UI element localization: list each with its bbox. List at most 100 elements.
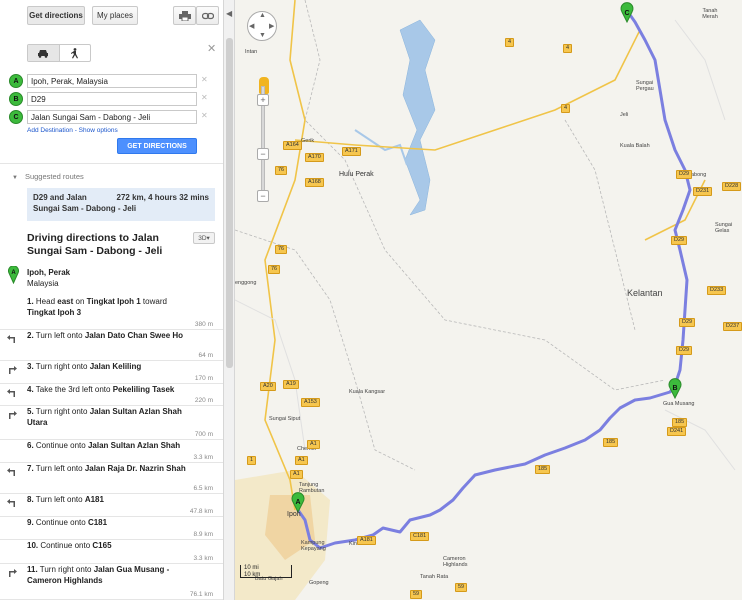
direction-step[interactable]: 3. Turn right onto Jalan Keliling 170 m bbox=[0, 361, 223, 384]
step-number: 1. bbox=[27, 297, 34, 306]
map-canvas[interactable]: A B C Kelantan Hulu Perak Kuala Kangsar … bbox=[235, 0, 742, 600]
step-distance: 170 m bbox=[194, 375, 213, 382]
direction-step[interactable]: 6. Continue onto Jalan Sultan Azlan Shah… bbox=[0, 440, 223, 463]
step-road: Pekeliling Tasek bbox=[112, 385, 175, 394]
road-shield: 59 bbox=[455, 583, 468, 592]
road-shield: 1 bbox=[247, 456, 257, 465]
turn-right-icon bbox=[7, 568, 17, 579]
direction-step[interactable]: 5. Turn right onto Jalan Sultan Azlan Sh… bbox=[0, 406, 223, 440]
car-icon bbox=[38, 49, 49, 58]
step-instruction: Continue onto bbox=[40, 541, 93, 550]
start-name: Ipoh, Perak bbox=[27, 268, 71, 277]
step-distance: 220 m bbox=[194, 397, 213, 404]
step-distance: 700 m bbox=[194, 431, 213, 438]
start-address: Ipoh, Perak Malaysia bbox=[27, 267, 70, 289]
pan-control[interactable]: ▲ ◀ ▶ ▼ bbox=[247, 11, 277, 41]
map-label-kuala-kangsar: Kuala Kangsar bbox=[348, 389, 386, 395]
pan-down-icon[interactable]: ▼ bbox=[259, 32, 266, 39]
3d-button[interactable]: 3D ▾ bbox=[193, 232, 215, 244]
print-button[interactable] bbox=[173, 6, 196, 25]
remove-waypoint-icon[interactable]: ✕ bbox=[201, 111, 208, 120]
road-shield: A181 bbox=[357, 536, 376, 545]
road-shield: D29 bbox=[676, 346, 693, 355]
pan-up-icon[interactable]: ▲ bbox=[259, 12, 266, 19]
step-text: 3. Turn right onto Jalan Keliling bbox=[27, 362, 197, 373]
suggested-route-item[interactable]: D29 and Jalan 272 km, 4 hours 32 mins Sun… bbox=[27, 188, 215, 221]
step-road: east bbox=[57, 297, 74, 306]
close-icon[interactable]: ✕ bbox=[207, 42, 216, 55]
step-distance: 47.8 km bbox=[189, 508, 213, 515]
step-number: 2. bbox=[27, 331, 34, 340]
start-country: Malaysia bbox=[27, 279, 59, 288]
divider bbox=[0, 163, 223, 164]
step-instruction: toward bbox=[140, 297, 167, 306]
travel-mode-selector bbox=[27, 44, 91, 62]
road-shield: A153 bbox=[301, 398, 320, 407]
pan-right-icon[interactable]: ▶ bbox=[269, 22, 274, 30]
direction-step[interactable]: 1. Head east on Tingkat Ipoh 1 toward Ti… bbox=[0, 296, 223, 330]
step-text: 9. Continue onto C181 bbox=[27, 518, 197, 529]
get-directions-button[interactable]: GET DIRECTIONS bbox=[117, 138, 197, 154]
step-distance: 8.9 km bbox=[193, 531, 213, 538]
step-instruction: Turn right onto bbox=[35, 407, 90, 416]
driving-mode-button[interactable] bbox=[28, 45, 60, 61]
zoom-out-icon[interactable]: − bbox=[257, 190, 269, 202]
direction-step[interactable]: 11. Turn right onto Jalan Gua Musang - C… bbox=[0, 564, 223, 600]
zoom-slider[interactable]: + − − bbox=[257, 74, 269, 202]
step-road: Jalan Keliling bbox=[89, 362, 142, 371]
remove-waypoint-icon[interactable]: ✕ bbox=[201, 75, 208, 84]
map-label-kuala-balah: Kuala Balah bbox=[620, 143, 650, 149]
svg-text:A: A bbox=[11, 270, 16, 276]
map-label-gerik: Gerik bbox=[301, 138, 315, 144]
my-places-tab[interactable]: My places bbox=[92, 6, 138, 25]
direction-step[interactable]: 4. Take the 3rd left onto Pekeliling Tas… bbox=[0, 384, 223, 406]
zoom-in-icon[interactable]: + bbox=[257, 94, 269, 106]
road-shield: 185 bbox=[672, 418, 688, 427]
waypoint-c-input[interactable]: Jalan Sungai Sam - Dabong - Jeli bbox=[27, 110, 197, 124]
waypoint-b-input[interactable]: D29 bbox=[27, 92, 197, 106]
map-label-enggong: enggong bbox=[235, 280, 257, 286]
step-number: 8. bbox=[27, 495, 34, 504]
road-shield: D29 bbox=[679, 318, 696, 327]
step-instruction: Turn left onto bbox=[35, 331, 85, 340]
waypoint-a-input[interactable]: Ipoh, Perak, Malaysia bbox=[27, 74, 197, 88]
step-distance: 3.3 km bbox=[193, 454, 213, 461]
step-instruction: Continue onto bbox=[35, 518, 88, 527]
map-label-gua-musang: Gua Musang bbox=[663, 401, 695, 407]
directions-panel: Get directions My places ✕ A Ipoh, Perak… bbox=[0, 0, 223, 600]
turn-left-icon bbox=[7, 467, 17, 478]
add-destination-link[interactable]: Add Destination bbox=[27, 127, 73, 134]
step-number: 3. bbox=[27, 362, 34, 371]
link-icon bbox=[201, 12, 214, 19]
map-label-sungai-gelas: Sungai Gelas bbox=[715, 222, 733, 234]
show-options-link[interactable]: Show options bbox=[79, 127, 118, 134]
remove-waypoint-icon[interactable]: ✕ bbox=[201, 93, 208, 102]
suggested-routes-toggle[interactable]: ▼ Suggested routes bbox=[12, 172, 84, 181]
map-label-cameron-highlands: Cameron Highlands bbox=[443, 556, 468, 568]
step-text: 5. Turn right onto Jalan Sultan Azlan Sh… bbox=[27, 407, 197, 428]
walking-mode-button[interactable] bbox=[60, 45, 91, 61]
direction-step[interactable]: 2. Turn left onto Jalan Dato Chan Swee H… bbox=[0, 330, 223, 361]
step-text: 11. Turn right onto Jalan Gua Musang - C… bbox=[27, 565, 197, 586]
triangle-down-icon: ▼ bbox=[12, 175, 18, 181]
panel-scrollbar[interactable] bbox=[226, 38, 233, 368]
get-directions-tab[interactable]: Get directions bbox=[27, 6, 85, 25]
turn-right-icon bbox=[7, 410, 17, 421]
step-number: 7. bbox=[27, 464, 34, 473]
direction-step[interactable]: 10. Continue onto C165 3.3 km bbox=[0, 540, 223, 564]
link-button[interactable] bbox=[196, 6, 219, 25]
step-number: 5. bbox=[27, 407, 34, 416]
direction-step[interactable]: 7. Turn left onto Jalan Raja Dr. Nazrin … bbox=[0, 463, 223, 494]
turn-left-icon bbox=[7, 334, 17, 345]
pan-left-icon[interactable]: ◀ bbox=[249, 22, 254, 30]
collapse-left-icon[interactable]: ◀ bbox=[226, 9, 232, 18]
road-shield: 185 bbox=[535, 465, 551, 474]
step-road: Jalan Dato Chan Swee Ho bbox=[84, 331, 184, 340]
direction-step[interactable]: 8. Turn left onto A181 47.8 km bbox=[0, 494, 223, 517]
waypoint-row-a: A Ipoh, Perak, Malaysia ✕ bbox=[9, 74, 219, 88]
step-instruction: Head bbox=[35, 297, 58, 306]
step-road: Jalan Raja Dr. Nazrin Shah bbox=[84, 464, 186, 473]
direction-step[interactable]: 9. Continue onto C181 8.9 km bbox=[0, 517, 223, 540]
zoom-level-handle[interactable]: − bbox=[257, 148, 269, 160]
turn-left-icon bbox=[7, 388, 17, 399]
